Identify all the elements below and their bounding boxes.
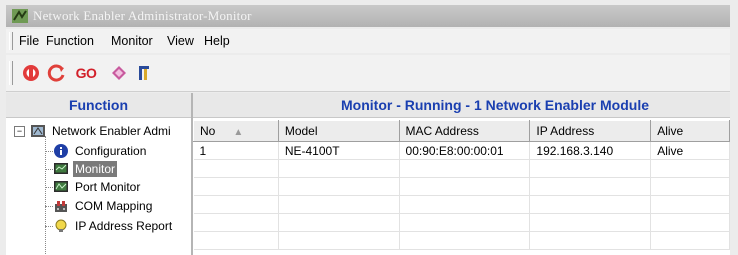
tree-connector-2 bbox=[45, 169, 53, 170]
monitor-panel-title: Monitor - Running - 1 Network Enabler Mo… bbox=[193, 93, 730, 118]
tree-item-ip-address-report[interactable]: IP Address Report bbox=[53, 217, 174, 235]
cell-alive: Alive bbox=[650, 141, 730, 160]
menu-help[interactable]: Help bbox=[204, 34, 230, 48]
go-button[interactable]: GO bbox=[72, 62, 100, 84]
sort-arrow-icon: ▲ bbox=[233, 127, 244, 138]
search-icon bbox=[112, 66, 126, 80]
exit-button[interactable] bbox=[134, 62, 156, 84]
monitor-title-text: Monitor - Running - 1 Network Enabler Mo… bbox=[341, 97, 649, 113]
tree-collapse-toggle[interactable]: − bbox=[14, 126, 25, 137]
menu-grip bbox=[9, 32, 13, 50]
menu-function[interactable]: Function bbox=[46, 34, 94, 48]
table-header-row: No ▲ Model MAC Address IP Address Alive bbox=[193, 120, 730, 142]
column-header-ip-address[interactable]: IP Address bbox=[529, 120, 652, 142]
tree-connector-1 bbox=[45, 151, 53, 152]
table-row-empty bbox=[193, 159, 730, 178]
search-button[interactable] bbox=[108, 62, 130, 84]
tree-item-port-monitor[interactable]: Port Monitor bbox=[53, 178, 142, 196]
column-header-model[interactable]: Model bbox=[277, 120, 400, 142]
table-row-empty bbox=[193, 231, 730, 250]
port-monitor-icon bbox=[54, 181, 68, 192]
function-panel-title: Function bbox=[6, 93, 191, 118]
toolbar: GO bbox=[6, 55, 730, 92]
menu-file[interactable]: File bbox=[19, 34, 39, 48]
table-row-empty bbox=[193, 195, 730, 214]
module-table: No ▲ Model MAC Address IP Address Alive 1… bbox=[193, 120, 730, 250]
connect-button[interactable] bbox=[20, 62, 42, 84]
tree-item-configuration[interactable]: Configuration bbox=[53, 142, 148, 160]
function-panel: Function − Network Enabler Admi Configur… bbox=[6, 93, 193, 255]
connect-icon bbox=[23, 65, 39, 81]
tree-root-item[interactable]: Network Enabler Admi bbox=[30, 122, 173, 140]
tree-item-label: Configuration bbox=[75, 144, 147, 158]
menu-view[interactable]: View bbox=[167, 34, 194, 48]
tree-item-label: COM Mapping bbox=[75, 199, 153, 213]
monitor-icon bbox=[54, 163, 68, 174]
cell-no: 1 bbox=[193, 141, 279, 160]
column-header-alive[interactable]: Alive bbox=[650, 120, 730, 142]
refresh-icon bbox=[47, 64, 65, 82]
tree-item-label: Monitor bbox=[73, 161, 118, 177]
tree-item-com-mapping[interactable]: COM Mapping bbox=[53, 197, 154, 215]
table-row[interactable]: 1 NE-4100T 00:90:E8:00:00:01 192.168.3.1… bbox=[193, 141, 730, 160]
info-icon bbox=[54, 144, 68, 158]
refresh-button[interactable] bbox=[46, 62, 68, 84]
column-label: Model bbox=[284, 124, 318, 138]
cell-mac-address: 00:90:E8:00:00:01 bbox=[399, 141, 531, 160]
window-title: Network Enabler Administrator-Monitor bbox=[33, 8, 252, 23]
title-bar[interactable]: Network Enabler Administrator-Monitor bbox=[6, 5, 730, 27]
tree-connector-5 bbox=[45, 226, 53, 227]
tree-item-label: IP Address Report bbox=[75, 219, 173, 233]
tree-item-label: Port Monitor bbox=[75, 180, 141, 194]
tree-connector-vertical bbox=[45, 136, 46, 254]
exit-icon bbox=[139, 66, 149, 80]
column-label: Alive bbox=[657, 124, 684, 138]
cell-model: NE-4100T bbox=[278, 141, 400, 160]
table-row-empty bbox=[193, 213, 730, 232]
network-enabler-icon bbox=[31, 125, 45, 137]
column-header-mac-address[interactable]: MAC Address bbox=[398, 120, 531, 142]
tree-connector-4 bbox=[45, 206, 53, 207]
com-mapping-icon bbox=[55, 201, 67, 212]
column-label: No bbox=[200, 124, 216, 138]
column-header-no[interactable]: No ▲ bbox=[193, 120, 279, 142]
tree-connector-3 bbox=[45, 187, 53, 188]
application-window: Network Enabler Administrator-Monitor Fi… bbox=[0, 0, 738, 255]
app-icon bbox=[12, 9, 28, 23]
monitor-panel: Monitor - Running - 1 Network Enabler Mo… bbox=[193, 93, 730, 255]
column-label: MAC Address bbox=[405, 124, 479, 138]
column-label: IP Address bbox=[536, 124, 595, 138]
menu-bar: File Function Monitor View Help bbox=[6, 29, 730, 53]
go-label: GO bbox=[75, 65, 97, 81]
tree-root-label: Network Enabler Admi bbox=[52, 124, 171, 138]
menu-monitor[interactable]: Monitor bbox=[111, 34, 153, 48]
toolbar-grip bbox=[9, 61, 13, 85]
bulb-icon bbox=[55, 219, 67, 232]
tree-item-monitor[interactable]: Monitor bbox=[53, 160, 118, 178]
table-row-empty bbox=[193, 177, 730, 196]
cell-ip-address: 192.168.3.140 bbox=[529, 141, 652, 160]
